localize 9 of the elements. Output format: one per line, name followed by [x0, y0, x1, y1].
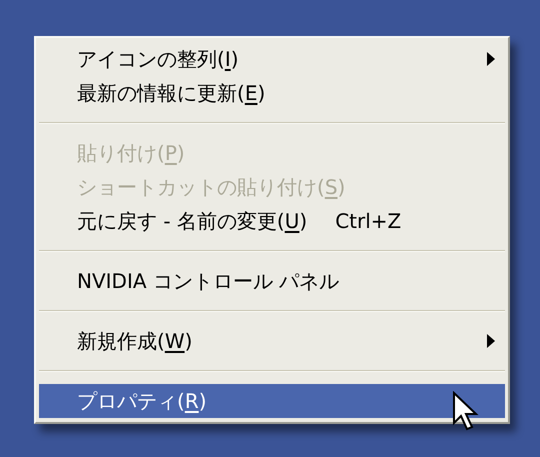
submenu-arrow-icon	[487, 334, 495, 348]
menu-item[interactable]: アイコンの整列(I)	[39, 42, 505, 76]
submenu-arrow-icon	[487, 52, 495, 66]
shortcut-text: Ctrl+Z	[335, 208, 402, 235]
menu-item[interactable]: 元に戻す - 名前の変更(U) Ctrl+Z	[39, 204, 505, 238]
menu-item[interactable]: 最新の情報に更新(E)	[39, 76, 505, 110]
menu-item[interactable]: プロパティ(R)	[39, 384, 505, 418]
menu-item[interactable]: NVIDIA コントロール パネル	[39, 264, 505, 298]
menu-item[interactable]: 新規作成(W)	[39, 324, 505, 358]
